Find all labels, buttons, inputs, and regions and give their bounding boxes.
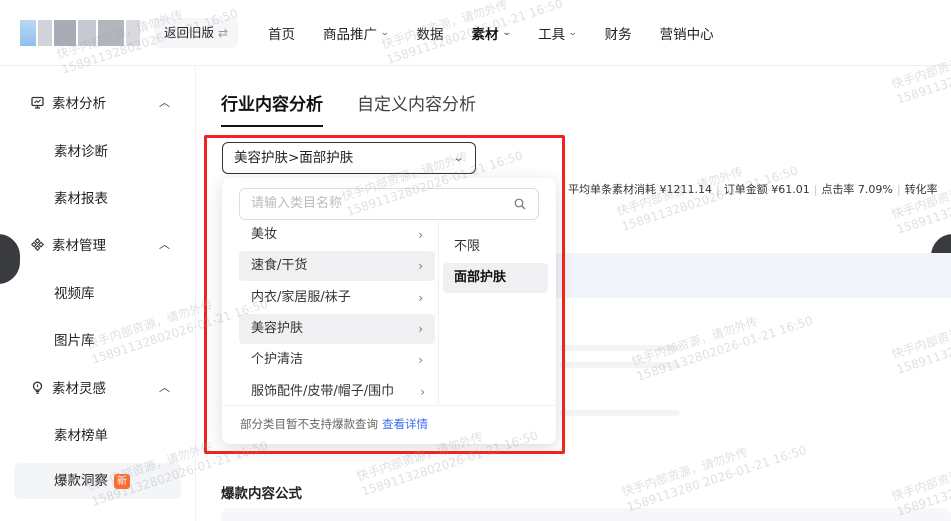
chevron-right-icon: › [420, 385, 425, 399]
chevron-up-icon: ︿ [159, 381, 170, 394]
sidebar-group-label: 素材分析 [52, 96, 106, 112]
search-placeholder: 请输入类目名称 [251, 196, 343, 211]
divider [222, 405, 556, 406]
nav-item-finance[interactable]: 财务 [605, 23, 632, 43]
new-badge: 新 [114, 474, 130, 489]
nav-label: 素材 [471, 27, 499, 43]
category-dropdown: 请输入类目名称 美妆 › 速食/干货 › 内衣/家居服/袜子 › 美容护肤 › 个护清洁… [222, 178, 556, 444]
chevron-right-icon: › [418, 322, 423, 336]
placeholder-bar [560, 362, 680, 368]
watermark: 快手内部资源，请勿外传15891132802026-01-21 16:50 [889, 448, 951, 519]
divider: | [896, 183, 901, 196]
nav-item-marketing[interactable]: 营销中心 [660, 23, 714, 43]
category-label: 服饰配件/皮带/帽子/围巾 [251, 384, 395, 399]
sidebar-item-label: 爆款洞察 [54, 473, 108, 489]
section-title-hit-formula: 爆款内容公式 [221, 486, 302, 502]
top-bar: 返回旧版 ⇄ 首页 商品推广 ⌄ 数据 素材 ⌄ 工具 ⌄ 财务 营销中心 [0, 0, 951, 66]
return-old-version-label: 返回旧版 [164, 25, 215, 40]
divider: | [813, 183, 818, 196]
return-old-version-button[interactable]: 返回旧版 ⇄ [154, 18, 239, 48]
subcategory-item-unlimited[interactable]: 不限 [443, 232, 548, 262]
brand-logo[interactable] [20, 20, 140, 46]
content-tabs: 行业内容分析 自定义内容分析 [221, 90, 476, 127]
category-item-personal-care[interactable]: 个护清洁 › [239, 345, 435, 375]
category-item-makeup[interactable]: 美妆 › [239, 222, 435, 248]
sidebar-item-video-library[interactable]: 视频库 [54, 282, 95, 302]
chevron-up-icon: ︿ [159, 96, 170, 109]
chevron-down-icon: ⌄ [451, 151, 465, 164]
metric-avg-spend: 平均单条素材消耗 ¥1211.14 [568, 183, 712, 196]
placeholder-bar [560, 410, 680, 416]
metric-cvr: 转化率 [904, 183, 938, 196]
monitor-icon [30, 95, 44, 109]
nav-item-tools[interactable]: 工具 ⌄ [538, 23, 578, 43]
footer-note: 部分类目暂不支持爆款查询 [240, 417, 378, 431]
view-details-link[interactable]: 查看详情 [382, 417, 428, 431]
watermark: 快手内部资源，请勿外传15891132802026-01-21 16:50 [629, 313, 815, 384]
chevron-right-icon: › [418, 291, 423, 305]
sidebar-item-image-library[interactable]: 图片库 [54, 329, 95, 349]
category-item-instant-food[interactable]: 速食/干货 › [239, 251, 435, 281]
chevron-right-icon: › [418, 353, 423, 367]
swap-icon: ⇄ [218, 26, 229, 40]
search-icon [514, 198, 526, 210]
category-label: 个护清洁 [251, 352, 304, 367]
nav-label: 数据 [416, 27, 444, 43]
sidebar-group-label: 素材灵感 [52, 381, 106, 397]
nav-item-promotion[interactable]: 商品推广 ⌄ [323, 23, 390, 43]
nav-label: 首页 [268, 27, 295, 43]
sidebar-item-hit-insight[interactable]: 爆款洞察新 [14, 463, 181, 499]
sidebar-group-material-analysis[interactable]: 素材分析 ︿ [30, 92, 170, 112]
sidebar-item-material-diagnosis[interactable]: 素材诊断 [54, 140, 108, 160]
nav-label: 财务 [604, 27, 632, 43]
category-item-apparel-accessories[interactable]: 服饰配件/皮带/帽子/围巾 › [239, 377, 435, 407]
category-item-underwear[interactable]: 内衣/家居服/袜子 › [239, 283, 435, 313]
subcategory-item-facial-care[interactable]: 面部护肤 [443, 263, 548, 293]
info-banner [556, 253, 951, 298]
nav-item-data[interactable]: 数据 [417, 23, 444, 43]
category-search-input[interactable]: 请输入类目名称 [239, 188, 539, 220]
category-label: 美妆 [251, 227, 278, 242]
tab-custom-content-analysis[interactable]: 自定义内容分析 [357, 90, 476, 127]
nav-label: 商品推广 [323, 27, 377, 43]
sidebar-group-label: 素材管理 [52, 238, 106, 254]
category-select-value: 美容护肤>面部护肤 [234, 150, 354, 166]
chevron-down-icon: ⌄ [379, 28, 390, 38]
divider [438, 222, 439, 404]
watermark: 快手内部资源，请勿外传 1589113280 2026-01-21 16:50 [619, 442, 809, 515]
dropdown-footer: 部分类目暂不支持爆款查询 查看详情 [240, 416, 428, 432]
chevron-right-icon: › [418, 228, 423, 242]
category-label: 内衣/家居服/袜子 [251, 290, 351, 305]
divider: | [715, 183, 720, 196]
metric-ctr: 点击率 7.09% [821, 183, 893, 196]
sidebar-item-material-ranking[interactable]: 素材榜单 [54, 424, 108, 444]
category-select[interactable]: 美容护肤>面部护肤 ⌄ [222, 142, 476, 174]
bulb-icon [30, 380, 44, 394]
placeholder-bar [560, 345, 680, 351]
category-label: 美容护肤 [251, 321, 304, 336]
category-item-beauty-skincare[interactable]: 美容护肤 › [239, 314, 435, 344]
metric-order-amount: 订单金额 ¥61.01 [723, 183, 810, 196]
sidebar: 素材分析 ︿ 素材诊断 素材报表 素材管理 ︿ 视频库 图片库 素材灵感 ︿ 素… [0, 66, 196, 521]
content-card-top [221, 508, 951, 521]
watermark: 快手内部资源，请勿外传15891132802026-01-21 16:50 [889, 306, 951, 377]
main-nav: 首页 商品推广 ⌄ 数据 素材 ⌄ 工具 ⌄ 财务 营销中心 [268, 0, 742, 66]
metrics-summary: 平均单条素材消耗 ¥1211.14 | 订单金额 ¥61.01 | 点击率 7.09% |… [568, 181, 938, 197]
nav-label: 工具 [538, 27, 566, 43]
sidebar-group-material-inspiration[interactable]: 素材灵感 ︿ [30, 377, 170, 397]
sidebar-group-material-management[interactable]: 素材管理 ︿ [30, 234, 170, 254]
chevron-right-icon: › [418, 259, 423, 273]
category-label: 速食/干货 [251, 258, 308, 273]
chevron-up-icon: ︿ [159, 238, 170, 251]
grid-icon [30, 237, 44, 251]
nav-label: 营销中心 [659, 27, 714, 43]
tab-industry-content-analysis[interactable]: 行业内容分析 [221, 90, 323, 127]
sidebar-item-material-report[interactable]: 素材报表 [54, 187, 108, 207]
chevron-down-icon: ⌄ [567, 28, 578, 38]
nav-item-home[interactable]: 首页 [268, 23, 295, 43]
chevron-down-icon: ⌄ [501, 28, 512, 38]
nav-item-material[interactable]: 素材 ⌄ [471, 23, 512, 43]
